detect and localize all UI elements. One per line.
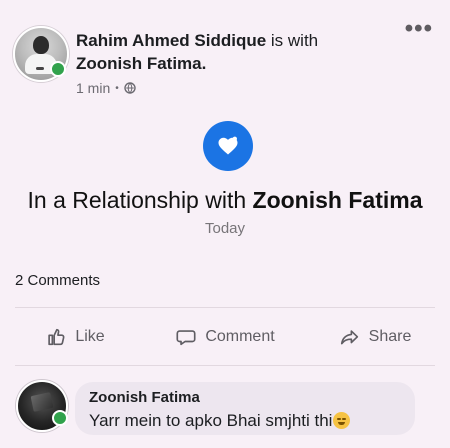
commenter-online-dot — [52, 410, 68, 426]
share-button[interactable]: Share — [300, 326, 450, 348]
emoji-mouth — [338, 422, 346, 425]
like-button[interactable]: Like — [0, 326, 150, 348]
comment-label: Comment — [205, 328, 275, 345]
relationship-date: Today — [204, 220, 246, 237]
post-card: Rahim Ahmed Siddique is with Zoonish Fat… — [0, 0, 450, 448]
top-divider — [15, 307, 435, 308]
avatar-head — [33, 36, 49, 54]
like-icon — [48, 328, 65, 346]
share-label: Share — [368, 328, 412, 345]
comment-bubble: Zoonish Fatima Yarr mein to apko Bhai sm… — [75, 382, 415, 435]
post-time[interactable]: 1 min — [76, 80, 110, 96]
post-author-line: Rahim Ahmed Siddique is with Zoonish Fat… — [76, 29, 396, 75]
author-name[interactable]: Rahim Ahmed Siddique — [76, 31, 266, 50]
tagged-user-name[interactable]: Zoonish Fatima. — [76, 54, 206, 73]
bottom-divider — [15, 365, 435, 366]
avatar-detail — [36, 67, 44, 70]
post-meta: 1 min • — [76, 80, 136, 96]
online-status-dot — [50, 61, 66, 77]
meta-separator: • — [115, 82, 119, 94]
commenter-avatar-mark — [30, 392, 54, 412]
relationship-partner[interactable]: Zoonish Fatima — [253, 187, 423, 213]
comments-count[interactable]: 2 Comments — [15, 272, 100, 289]
heart-badge-icon — [203, 121, 253, 171]
globe-icon[interactable] — [124, 82, 136, 94]
more-options-icon[interactable]: ••• — [405, 17, 433, 41]
relationship-status: In a Relationship with Zoonish Fatima — [0, 185, 450, 215]
comment-message: Yarr mein to apko Bhai smjhti thi — [89, 411, 333, 430]
comment-button[interactable]: Comment — [150, 326, 300, 348]
like-label: Like — [75, 328, 105, 345]
post-actions: Like Comment Share — [0, 321, 450, 353]
comment-text: Yarr mein to apko Bhai smjhti thi — [89, 409, 351, 431]
relationship-prefix: In a Relationship with — [27, 187, 253, 213]
smiling-face-icon — [333, 412, 351, 429]
comment-icon — [176, 330, 196, 346]
heart-icon — [218, 136, 238, 155]
share-icon — [340, 330, 358, 345]
comment-author[interactable]: Zoonish Fatima — [89, 389, 200, 406]
with-text: is with — [266, 31, 319, 50]
